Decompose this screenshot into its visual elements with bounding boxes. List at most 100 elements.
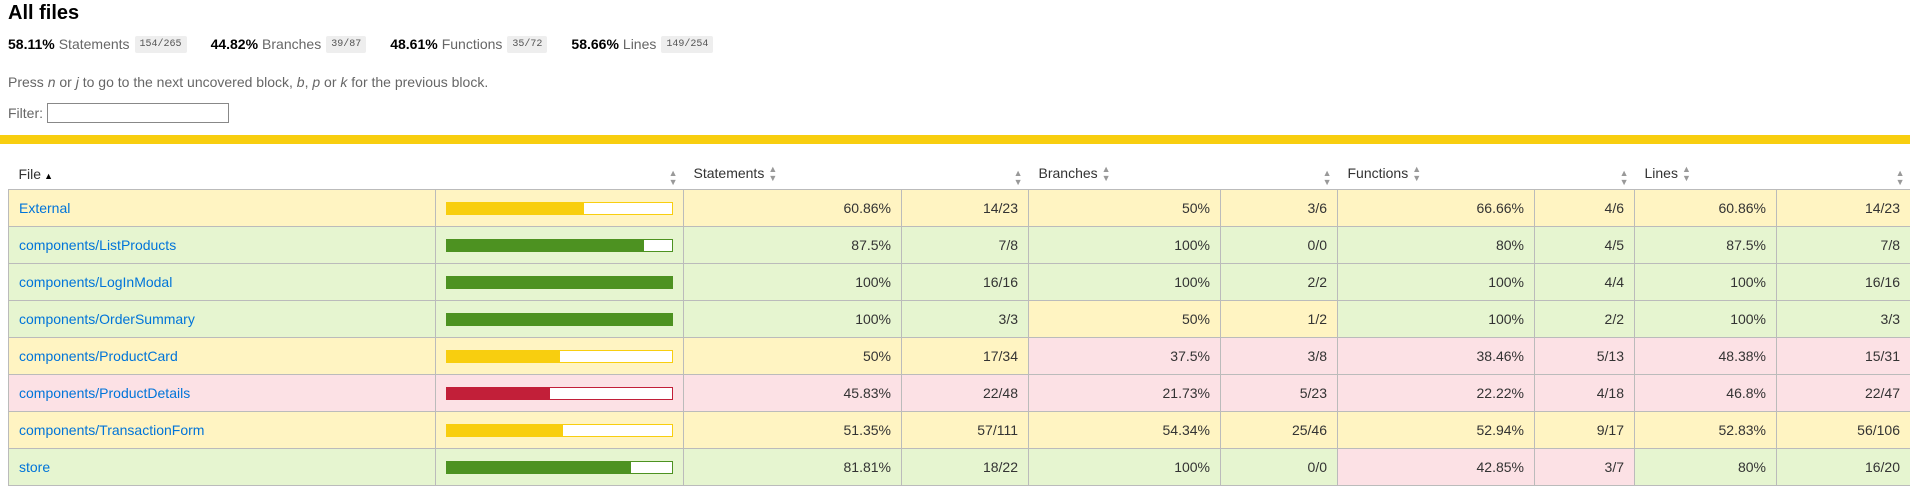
coverage-bar-fill bbox=[447, 350, 560, 362]
coverage-bar-fill bbox=[447, 387, 551, 399]
coverage-bar-cell bbox=[435, 189, 684, 227]
lines-pct: 48.38% bbox=[1634, 337, 1777, 375]
coverage-bar bbox=[446, 275, 673, 289]
functions-pct: 100% bbox=[1337, 263, 1535, 301]
file-link[interactable]: components/ProductCard bbox=[19, 348, 178, 364]
sort-icon: ▲ ▼ bbox=[768, 164, 778, 184]
lines-frac: 16/16 bbox=[1776, 263, 1910, 301]
functions-frac: 4/18 bbox=[1534, 374, 1635, 412]
statements-frac: 7/8 bbox=[901, 226, 1029, 264]
filter-input[interactable] bbox=[47, 103, 229, 123]
coverage-summary: 58.11% Statements 154/265 44.82% Branche… bbox=[8, 34, 1902, 54]
sort-icon: ▲ ▼ bbox=[1895, 168, 1905, 187]
coverage-bar bbox=[446, 460, 673, 474]
functions-pct: 52.94% bbox=[1337, 411, 1535, 449]
header-functions-frac[interactable]: ▲ ▼ bbox=[1535, 159, 1635, 190]
sort-icon: ▲ ▼ bbox=[1013, 168, 1023, 187]
branches-pct: 21.73% bbox=[1028, 374, 1221, 412]
file-link[interactable]: components/OrderSummary bbox=[19, 311, 195, 327]
lines-pct: 100% bbox=[1634, 263, 1777, 301]
header-branches-frac[interactable]: ▲ ▼ bbox=[1221, 159, 1338, 190]
coverage-bar-fill bbox=[447, 313, 672, 325]
branches-pct: 37.5% bbox=[1028, 337, 1221, 375]
summary-statements: 58.11% Statements 154/265 bbox=[8, 35, 187, 53]
header-functions[interactable]: Functions ▲ ▼ bbox=[1338, 159, 1535, 190]
summary-branches: 44.82% Branches 39/87 bbox=[211, 35, 367, 53]
statements-pct: 51.35% bbox=[683, 411, 902, 449]
lines-pct: 80% bbox=[1634, 448, 1777, 486]
summary-fraction: 35/72 bbox=[507, 35, 548, 53]
statements-pct: 60.86% bbox=[683, 189, 902, 227]
coverage-bar bbox=[446, 386, 673, 400]
header-statements[interactable]: Statements ▲ ▼ bbox=[684, 159, 902, 190]
coverage-bar bbox=[446, 349, 673, 363]
filter-row: Filter: bbox=[8, 102, 1902, 124]
branches-frac: 25/46 bbox=[1220, 411, 1338, 449]
statements-pct: 81.81% bbox=[683, 448, 902, 486]
statements-frac: 3/3 bbox=[901, 300, 1029, 338]
file-cell: components/TransactionForm bbox=[8, 411, 436, 449]
table-row: External 60.86% 14/23 50% 3/6 66.66% 4/6 60.86%… bbox=[8, 189, 1910, 227]
functions-pct: 42.85% bbox=[1337, 448, 1535, 486]
summary-lines: 58.66% Lines 149/254 bbox=[571, 35, 714, 53]
functions-pct: 38.46% bbox=[1337, 337, 1535, 375]
lines-pct: 52.83% bbox=[1634, 411, 1777, 449]
branches-frac: 0/0 bbox=[1220, 448, 1338, 486]
statements-frac: 22/48 bbox=[901, 374, 1029, 412]
functions-pct: 100% bbox=[1337, 300, 1535, 338]
branches-frac: 3/8 bbox=[1220, 337, 1338, 375]
header-lines-frac[interactable]: ▲ ▼ bbox=[1777, 159, 1910, 190]
coverage-bar-cell bbox=[435, 226, 684, 264]
header-branches[interactable]: Branches ▲ ▼ bbox=[1029, 159, 1221, 190]
branches-pct: 50% bbox=[1028, 300, 1221, 338]
coverage-bar bbox=[446, 312, 673, 326]
file-link[interactable]: components/TransactionForm bbox=[19, 422, 204, 438]
header-statements-frac[interactable]: ▲ ▼ bbox=[902, 159, 1029, 190]
file-link[interactable]: External bbox=[19, 200, 70, 216]
statements-pct: 100% bbox=[683, 300, 902, 338]
statements-pct: 100% bbox=[683, 263, 902, 301]
table-row: components/ProductDetails 45.83% 22/48 21.7… bbox=[8, 374, 1910, 412]
lines-frac: 16/20 bbox=[1776, 448, 1910, 486]
keyboard-hint: Press n or j to go to the next uncovered… bbox=[8, 74, 489, 90]
functions-pct: 66.66% bbox=[1337, 189, 1535, 227]
coverage-bar-fill bbox=[447, 424, 563, 436]
coverage-bar-cell bbox=[435, 448, 684, 486]
functions-frac: 4/4 bbox=[1534, 263, 1635, 301]
summary-pct: 48.61% bbox=[390, 36, 438, 52]
statements-frac: 17/34 bbox=[901, 337, 1029, 375]
functions-frac: 4/6 bbox=[1534, 189, 1635, 227]
functions-frac: 2/2 bbox=[1534, 300, 1635, 338]
file-cell: components/LogInModal bbox=[8, 263, 436, 301]
statements-pct: 50% bbox=[683, 337, 902, 375]
header-file-bar[interactable]: ▲ ▼ bbox=[436, 159, 684, 190]
coverage-bar-cell bbox=[435, 411, 684, 449]
statements-pct: 87.5% bbox=[683, 226, 902, 264]
table-header: File ▲ ▲ ▼ Statements ▲ ▼ ▲ ▼ Branches ▲ ▼ ▲ ▼ F… bbox=[9, 159, 1910, 190]
coverage-bar-fill bbox=[447, 276, 672, 288]
functions-frac: 9/17 bbox=[1534, 411, 1635, 449]
lines-pct: 100% bbox=[1634, 300, 1777, 338]
lines-pct: 46.8% bbox=[1634, 374, 1777, 412]
file-cell: components/ProductCard bbox=[8, 337, 436, 375]
coverage-bar bbox=[446, 423, 673, 437]
branches-pct: 100% bbox=[1028, 263, 1221, 301]
file-link[interactable]: components/ProductDetails bbox=[19, 385, 190, 401]
sort-icon: ▲ ▼ bbox=[1101, 164, 1111, 184]
coverage-bar-cell bbox=[435, 374, 684, 412]
filter-label: Filter: bbox=[8, 105, 43, 121]
file-cell: components/OrderSummary bbox=[8, 300, 436, 338]
branches-pct: 100% bbox=[1028, 448, 1221, 486]
functions-pct: 80% bbox=[1337, 226, 1535, 264]
file-link[interactable]: components/LogInModal bbox=[19, 274, 172, 290]
branches-frac: 2/2 bbox=[1220, 263, 1338, 301]
header-file[interactable]: File ▲ bbox=[9, 159, 436, 190]
file-link[interactable]: components/ListProducts bbox=[19, 237, 176, 253]
header-lines[interactable]: Lines ▲ ▼ bbox=[1635, 159, 1777, 190]
coverage-bar-cell bbox=[435, 337, 684, 375]
statements-frac: 16/16 bbox=[901, 263, 1029, 301]
file-cell: components/ProductDetails bbox=[8, 374, 436, 412]
file-link[interactable]: store bbox=[19, 459, 50, 475]
status-line bbox=[0, 135, 1910, 144]
lines-pct: 87.5% bbox=[1634, 226, 1777, 264]
